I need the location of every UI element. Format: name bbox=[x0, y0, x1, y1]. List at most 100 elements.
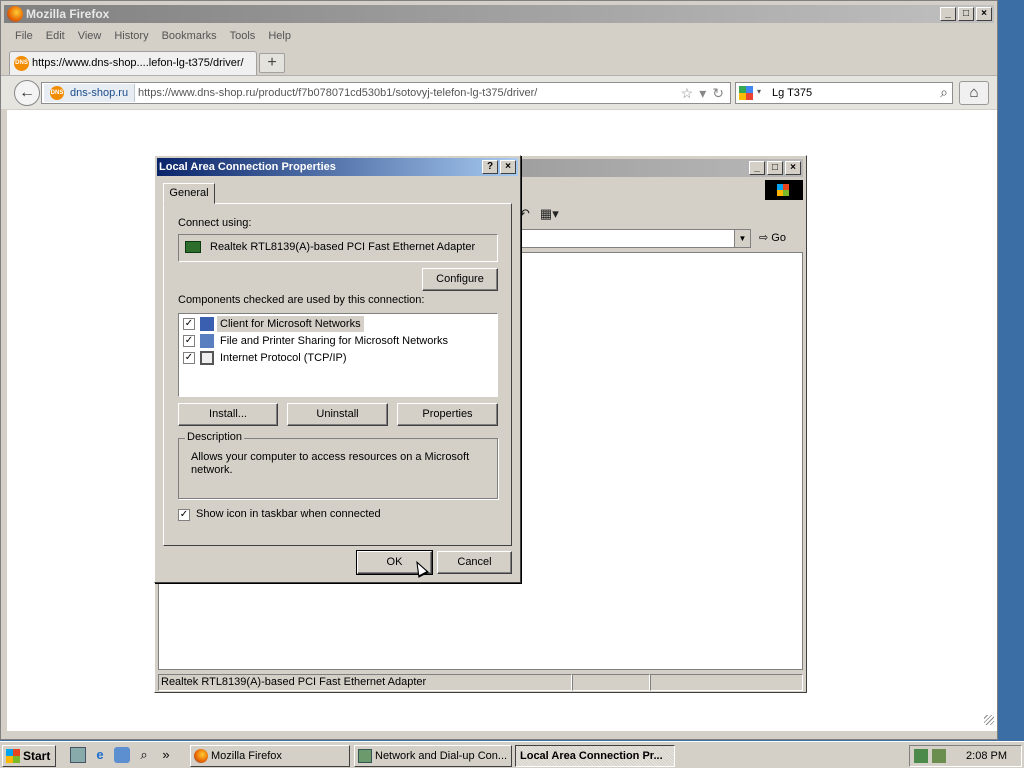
search-engine-dropdown-icon[interactable]: ▾ bbox=[757, 87, 761, 96]
task-label: Network and Dial-up Con... bbox=[375, 750, 508, 762]
home-button[interactable]: ⌂ bbox=[959, 81, 989, 105]
network-status-icon[interactable] bbox=[914, 749, 928, 763]
dialog-title: Local Area Connection Properties bbox=[159, 161, 336, 173]
search-input[interactable]: Lg T375 bbox=[772, 83, 812, 103]
firefox-titlebar[interactable]: Mozilla Firefox _ □ × bbox=[4, 5, 994, 23]
quick-launch-chevron[interactable]: » bbox=[158, 747, 174, 763]
properties-dialog: Local Area Connection Properties ? × Gen… bbox=[154, 155, 521, 583]
menu-bar: File Edit View History Bookmarks Tools H… bbox=[9, 30, 298, 46]
taskbar-lan-properties[interactable]: Local Area Connection Pr... bbox=[515, 745, 675, 767]
configure-button[interactable]: Configure bbox=[422, 268, 498, 291]
component-label: Internet Protocol (TCP/IP) bbox=[220, 352, 347, 364]
google-icon[interactable] bbox=[739, 86, 753, 100]
site-identity-label: dns-shop.ru bbox=[70, 87, 129, 99]
properties-button[interactable]: Properties bbox=[397, 403, 498, 426]
windows-flag-icon bbox=[6, 749, 20, 763]
outlook-express-icon[interactable] bbox=[114, 747, 130, 763]
install-button[interactable]: Install... bbox=[178, 403, 278, 426]
components-list[interactable]: ✓ Client for Microsoft Networks ✓ File a… bbox=[178, 313, 498, 397]
dns-favicon-icon: DNS bbox=[50, 86, 64, 100]
dns-favicon-icon: DNS bbox=[14, 56, 29, 71]
file-printer-sharing-icon bbox=[200, 334, 214, 348]
internet-explorer-icon[interactable]: e bbox=[92, 747, 108, 763]
show-desktop-icon[interactable] bbox=[70, 747, 86, 763]
windows-logo-icon bbox=[765, 180, 803, 200]
protocol-icon bbox=[200, 351, 214, 365]
minimize-button[interactable]: _ bbox=[940, 7, 956, 21]
site-identity-button[interactable]: DNS dns-shop.ru bbox=[44, 84, 136, 102]
description-group: Description Allows your computer to acce… bbox=[178, 431, 498, 499]
window-title: Mozilla Firefox bbox=[26, 7, 110, 21]
dialog-titlebar[interactable]: Local Area Connection Properties ? × bbox=[157, 158, 518, 176]
close-button[interactable]: × bbox=[785, 161, 801, 175]
show-icon-label: Show icon in taskbar when connected bbox=[196, 508, 381, 520]
url-text[interactable]: https://www.dns-shop.ru/product/f7b07807… bbox=[138, 83, 537, 103]
menu-bookmarks[interactable]: Bookmarks bbox=[156, 30, 224, 46]
component-label: Client for Microsoft Networks bbox=[217, 316, 364, 332]
status-text: Realtek RTL8139(A)-based PCI Fast Ethern… bbox=[158, 674, 572, 691]
show-icon-checkbox[interactable]: ✓ bbox=[178, 509, 190, 521]
back-button[interactable]: ← bbox=[14, 80, 40, 106]
firefox-icon bbox=[194, 749, 208, 763]
close-button[interactable]: × bbox=[500, 160, 516, 174]
network-toolbar: ↶ ▦▾ bbox=[519, 204, 559, 226]
status-bar: Realtek RTL8139(A)-based PCI Fast Ethern… bbox=[158, 674, 803, 691]
tab-title: https://www.dns-shop....lefon-lg-t375/dr… bbox=[32, 57, 244, 69]
start-label: Start bbox=[23, 749, 51, 763]
menu-history[interactable]: History bbox=[108, 30, 155, 46]
search-bar[interactable]: ▾ Lg T375 ⌕ bbox=[735, 82, 953, 104]
star-icon[interactable]: ☆ bbox=[681, 83, 694, 103]
menu-file[interactable]: File bbox=[9, 30, 40, 46]
cancel-button[interactable]: Cancel bbox=[437, 551, 512, 574]
search-icon[interactable]: ⌕ bbox=[940, 84, 948, 101]
tab-bar: DNS https://www.dns-shop....lefon-lg-t37… bbox=[1, 49, 997, 75]
address-field[interactable]: ▼ bbox=[519, 229, 751, 248]
task-label: Mozilla Firefox bbox=[211, 750, 282, 762]
help-button[interactable]: ? bbox=[482, 160, 498, 174]
adapter-name: Realtek RTL8139(A)-based PCI Fast Ethern… bbox=[210, 241, 476, 253]
start-button[interactable]: Start bbox=[2, 745, 56, 767]
home-icon: ⌂ bbox=[969, 84, 979, 101]
go-arrow-icon: ⇨ bbox=[759, 232, 769, 244]
description-legend: Description bbox=[185, 431, 245, 443]
taskbar-firefox[interactable]: Mozilla Firefox bbox=[190, 745, 350, 767]
tab-general[interactable]: General bbox=[163, 183, 215, 204]
browser-tab[interactable]: DNS https://www.dns-shop....lefon-lg-t37… bbox=[9, 51, 257, 75]
maximize-button[interactable]: □ bbox=[767, 161, 783, 175]
menu-help[interactable]: Help bbox=[262, 30, 298, 46]
menu-tools[interactable]: Tools bbox=[224, 30, 263, 46]
url-bar[interactable]: DNS dns-shop.ru https://www.dns-shop.ru/… bbox=[41, 82, 731, 104]
tray-app-icon[interactable] bbox=[932, 749, 946, 763]
resize-grip-icon[interactable] bbox=[984, 715, 994, 725]
minimize-button[interactable]: _ bbox=[749, 161, 765, 175]
uninstall-button[interactable]: Uninstall bbox=[287, 403, 388, 426]
taskbar-network-connections[interactable]: Network and Dial-up Con... bbox=[354, 745, 512, 767]
new-tab-button[interactable]: + bbox=[259, 53, 285, 73]
menu-edit[interactable]: Edit bbox=[40, 30, 72, 46]
network-client-icon bbox=[200, 317, 214, 331]
taskbar: Start e ⌕ » Mozilla Firefox Network and … bbox=[0, 741, 1024, 768]
go-button[interactable]: ⇨ Go bbox=[759, 229, 786, 248]
status-pane bbox=[572, 674, 650, 691]
adapter-field: Realtek RTL8139(A)-based PCI Fast Ethern… bbox=[178, 234, 498, 262]
maximize-button[interactable]: □ bbox=[958, 7, 974, 21]
component-checkbox[interactable]: ✓ bbox=[183, 335, 195, 347]
search-icon[interactable]: ⌕ bbox=[136, 747, 152, 763]
reload-icon[interactable]: ↻ bbox=[712, 83, 724, 103]
clock[interactable]: 2:08 PM bbox=[966, 746, 1007, 766]
views-icon[interactable]: ▦▾ bbox=[540, 204, 559, 226]
back-arrow-icon: ← bbox=[19, 84, 35, 101]
dropdown-icon[interactable]: ▾ bbox=[699, 83, 706, 103]
go-label: Go bbox=[771, 232, 786, 244]
components-label: Components checked are used by this conn… bbox=[178, 294, 425, 306]
component-checkbox[interactable]: ✓ bbox=[183, 318, 195, 330]
close-button[interactable]: × bbox=[976, 7, 992, 21]
system-tray: 2:08 PM bbox=[909, 745, 1022, 767]
navigation-bar: ← DNS dns-shop.ru https://www.dns-shop.r… bbox=[1, 75, 997, 109]
component-checkbox[interactable]: ✓ bbox=[183, 352, 195, 364]
connect-using-label: Connect using: bbox=[178, 217, 252, 229]
network-card-icon bbox=[185, 241, 201, 253]
network-folder-icon bbox=[358, 749, 372, 763]
address-dropdown-icon[interactable]: ▼ bbox=[734, 230, 750, 247]
menu-view[interactable]: View bbox=[72, 30, 109, 46]
